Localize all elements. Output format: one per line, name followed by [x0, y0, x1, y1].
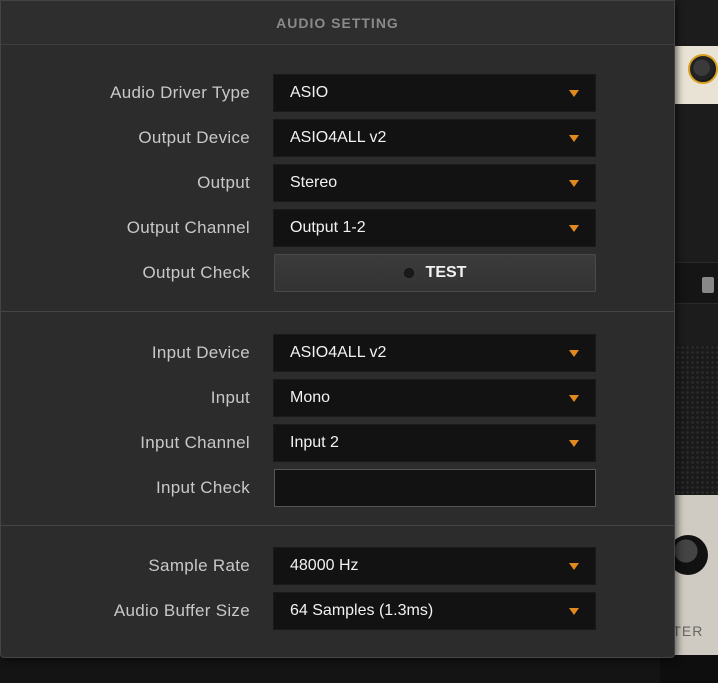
- output-check-label: Output Check: [142, 263, 250, 282]
- input-section: Input Device ASIO4ALL v2 Input Mono Inpu…: [1, 312, 674, 526]
- background-bottom-bar: [660, 655, 718, 683]
- driver-type-select[interactable]: ASIO: [273, 74, 596, 112]
- output-check-row: Output Check TEST: [1, 254, 674, 299]
- sample-rate-label: Sample Rate: [148, 556, 250, 575]
- chevron-down-icon: [569, 135, 579, 142]
- knob-icon: [688, 54, 718, 84]
- buffer-size-row: Audio Buffer Size 64 Samples (1.3ms): [1, 592, 674, 637]
- output-value: Stereo: [290, 174, 338, 191]
- output-select[interactable]: Stereo: [273, 164, 596, 202]
- output-device-select[interactable]: ASIO4ALL v2: [273, 119, 596, 157]
- output-device-label: Output Device: [138, 128, 250, 147]
- chevron-down-icon: [569, 608, 579, 615]
- test-button-label: TEST: [425, 264, 467, 281]
- dialog-titlebar: AUDIO SETTING: [1, 1, 674, 45]
- input-channel-row: Input Channel Input 2: [1, 424, 674, 469]
- input-check-row: Input Check: [1, 469, 674, 514]
- input-device-select[interactable]: ASIO4ALL v2: [273, 334, 596, 372]
- chevron-down-icon: [569, 440, 579, 447]
- chevron-down-icon: [569, 395, 579, 402]
- output-channel-select[interactable]: Output 1-2: [273, 209, 596, 247]
- input-check-label: Input Check: [155, 478, 250, 497]
- input-row: Input Mono: [1, 379, 674, 424]
- indicator-led-icon: [403, 268, 414, 278]
- sample-rate-row: Sample Rate 48000 Hz: [1, 547, 674, 592]
- input-channel-label: Input Channel: [140, 433, 250, 452]
- audio-setting-dialog: AUDIO SETTING Audio Driver Type ASIO Out…: [0, 0, 675, 658]
- output-label: Output: [197, 173, 250, 192]
- output-channel-label: Output Channel: [126, 218, 250, 237]
- rate-section: Sample Rate 48000 Hz Audio Buffer Size 6…: [1, 526, 674, 637]
- trash-icon: [702, 277, 714, 293]
- output-channel-value: Output 1-2: [290, 219, 366, 236]
- dialog-title: AUDIO SETTING: [276, 14, 399, 31]
- driver-type-value: ASIO: [290, 84, 329, 101]
- chevron-down-icon: [569, 225, 579, 232]
- chevron-down-icon: [569, 350, 579, 357]
- buffer-size-label: Audio Buffer Size: [113, 601, 250, 620]
- input-channel-value: Input 2: [290, 434, 339, 451]
- input-channel-select[interactable]: Input 2: [273, 424, 596, 462]
- input-value: Mono: [290, 389, 331, 406]
- input-device-value: ASIO4ALL v2: [290, 344, 387, 361]
- sample-rate-select[interactable]: 48000 Hz: [273, 547, 596, 585]
- chevron-down-icon: [569, 90, 579, 97]
- output-device-row: Output Device ASIO4ALL v2: [1, 119, 674, 164]
- chevron-down-icon: [569, 563, 579, 570]
- test-button[interactable]: TEST: [274, 254, 596, 292]
- output-channel-row: Output Channel Output 1-2: [1, 209, 674, 254]
- output-row: Output Stereo: [1, 164, 674, 209]
- background-knob-panel: [668, 46, 718, 104]
- input-select[interactable]: Mono: [273, 379, 596, 417]
- driver-type-label: Audio Driver Type: [110, 83, 250, 102]
- input-label: Input: [210, 388, 250, 407]
- output-section: Audio Driver Type ASIO Output Device ASI…: [1, 45, 674, 312]
- buffer-size-value: 64 Samples (1.3ms): [290, 602, 434, 619]
- input-level-meter: [274, 469, 596, 507]
- sample-rate-value: 48000 Hz: [290, 557, 359, 574]
- chevron-down-icon: [569, 180, 579, 187]
- buffer-size-select[interactable]: 64 Samples (1.3ms): [273, 592, 596, 630]
- input-device-label: Input Device: [151, 343, 250, 362]
- input-device-row: Input Device ASIO4ALL v2: [1, 334, 674, 379]
- output-device-value: ASIO4ALL v2: [290, 129, 387, 146]
- driver-type-row: Audio Driver Type ASIO: [1, 74, 674, 119]
